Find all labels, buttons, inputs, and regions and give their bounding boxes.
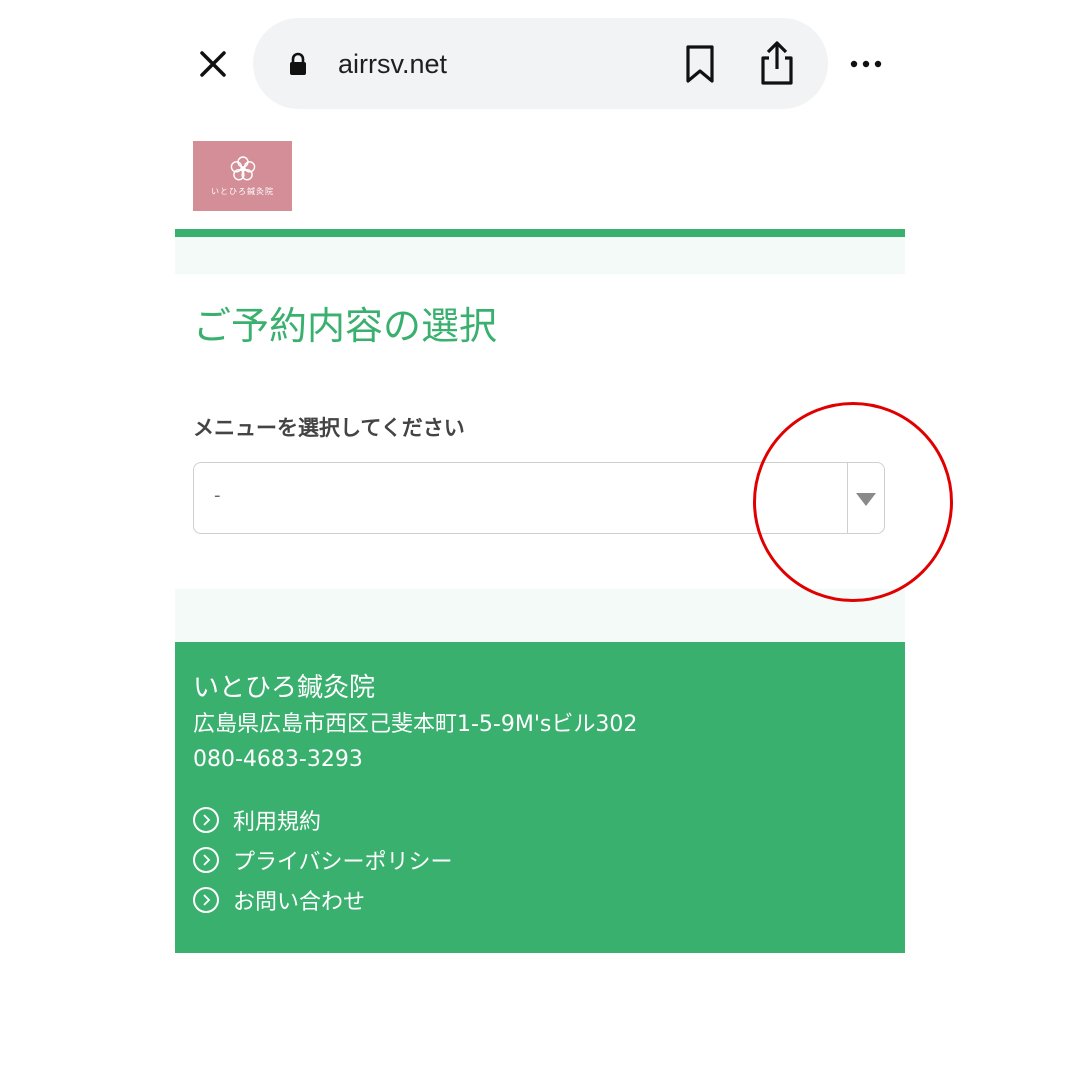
chevron-right-icon [193,847,219,873]
footer-phone[interactable]: 080-4683-3293 [193,745,363,775]
footer-link-label: プライバシーポリシー [233,850,453,875]
bookmark-icon[interactable] [682,44,718,84]
chevron-right-icon [193,807,219,833]
footer-link-contact[interactable]: お問い合わせ [193,880,453,920]
footer-address: 広島県広島市西区己斐本町1-5-9M'sビル302 [193,712,638,737]
close-icon [200,51,226,77]
close-button[interactable] [193,44,233,84]
footer-link-label: お問い合わせ [233,890,366,915]
footer-links: 利用規約 プライバシーポリシー お問い合わせ [193,800,453,920]
footer-link-terms[interactable]: 利用規約 [193,800,453,840]
page-title: ご予約内容の選択 [193,304,498,348]
menu-label: メニューを選択してください [193,416,465,440]
header-divider [175,229,905,237]
logo-text: いとひろ鍼灸院 [211,187,274,196]
top-band [175,237,905,274]
share-icon[interactable] [757,40,797,86]
more-icon[interactable] [846,50,886,78]
url-text: airrsv.net [338,49,448,79]
flower-logo-icon [230,156,255,181]
lock-icon [290,52,306,75]
menu-select-value: - [214,485,221,506]
logo[interactable]: いとひろ鍼灸院 [193,141,292,211]
highlight-circle [753,402,953,602]
footer-clinic-name: いとひろ鍼灸院 [193,673,376,703]
footer-link-privacy[interactable]: プライバシーポリシー [193,840,453,880]
chevron-right-icon [193,887,219,913]
bottom-band [175,589,905,642]
footer: いとひろ鍼灸院 広島県広島市西区己斐本町1-5-9M'sビル302 080-46… [175,642,905,953]
footer-link-label: 利用規約 [233,810,322,835]
